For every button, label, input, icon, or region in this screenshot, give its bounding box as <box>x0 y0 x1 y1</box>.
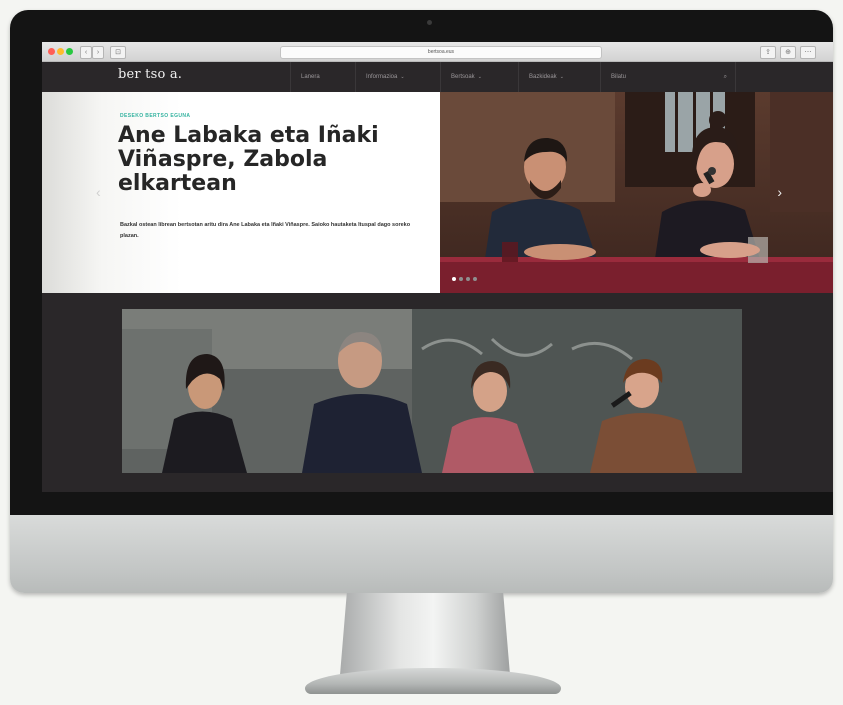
browser-window: ‹ › ⊡ bertsoa.eus ⇪ ⊕ ⋯ ber tso a. Laner… <box>42 42 833 492</box>
hero-photo[interactable]: › <box>440 92 833 293</box>
nav-item-lanera[interactable]: Lanera <box>290 62 355 92</box>
sidebar-toggle-button[interactable]: ⊡ <box>110 46 126 59</box>
nav-item-bazkideak[interactable]: Bazkideak ⌄ <box>518 62 600 92</box>
url-text: bertsoa.eus <box>427 49 455 55</box>
featured-photo[interactable] <box>122 309 742 473</box>
chevron-down-icon: ⌄ <box>559 74 564 80</box>
nav-label: Informazioa <box>366 74 398 80</box>
forward-button[interactable]: › <box>92 46 104 59</box>
nav-search[interactable]: Bilatu ⌕ <box>600 62 736 92</box>
zoom-window-button[interactable] <box>66 48 73 55</box>
slider-dot[interactable] <box>452 277 456 281</box>
nav-label: Bertsoak <box>451 74 475 80</box>
chevron-down-icon: ⌄ <box>477 74 482 80</box>
search-icon: ⌕ <box>723 74 727 80</box>
site-logo[interactable]: ber tso a. <box>118 67 182 82</box>
hero-slider: ‹ DESEKO BERTSO EGUNA Ane Labaka eta Iña… <box>42 92 833 293</box>
nav-label: Bazkideak <box>529 74 557 80</box>
monitor: ‹ › ⊡ bertsoa.eus ⇪ ⊕ ⋯ ber tso a. Laner… <box>10 10 833 593</box>
hero-text-panel: ‹ DESEKO BERTSO EGUNA Ane Labaka eta Iña… <box>42 92 440 293</box>
monitor-stand-neck <box>340 593 510 675</box>
share-icon[interactable]: ⇪ <box>760 46 776 59</box>
monitor-chin <box>10 515 833 593</box>
new-tab-icon[interactable]: ⊕ <box>780 46 796 59</box>
slider-dots <box>452 268 480 286</box>
camera-icon <box>427 20 432 25</box>
chevron-down-icon: ⌄ <box>400 74 405 80</box>
minimize-window-button[interactable] <box>57 48 64 55</box>
slider-dot[interactable] <box>459 277 463 281</box>
slider-dot[interactable] <box>473 277 477 281</box>
featured-section <box>42 293 833 492</box>
more-icon[interactable]: ⋯ <box>800 46 816 59</box>
browser-toolbar: ‹ › ⊡ bertsoa.eus ⇪ ⊕ ⋯ <box>42 42 833 62</box>
nav-label: Lanera <box>301 74 320 80</box>
hero-photo-image <box>440 92 833 293</box>
search-label: Bilatu <box>611 74 627 80</box>
featured-photo-image <box>122 309 742 473</box>
slider-prev-icon[interactable]: ‹ <box>96 184 101 200</box>
site-navbar: ber tso a. Lanera Informazioa ⌄ Bertsoak ⌄… <box>42 62 833 92</box>
hero-headline[interactable]: Ane Labaka eta Iñaki Viñaspre, Zabola el… <box>118 124 418 196</box>
slider-dot[interactable] <box>466 277 470 281</box>
address-bar[interactable]: bertsoa.eus <box>280 46 602 59</box>
back-button[interactable]: ‹ <box>80 46 92 59</box>
hero-kicker[interactable]: DESEKO BERTSO EGUNA <box>120 113 190 119</box>
nav-item-bertsoak[interactable]: Bertsoak ⌄ <box>440 62 518 92</box>
nav-item-informazioa[interactable]: Informazioa ⌄ <box>355 62 440 92</box>
hero-lede: Bazkal ostean librean bertsotan aritu di… <box>120 222 411 239</box>
slider-next-icon[interactable]: › <box>777 184 782 200</box>
close-window-button[interactable] <box>48 48 55 55</box>
